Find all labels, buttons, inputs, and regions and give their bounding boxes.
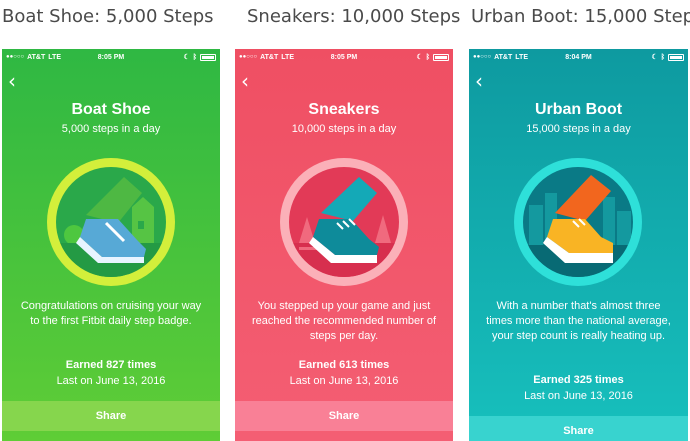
sneaker-badge-icon	[280, 158, 408, 286]
clock-label: 8:05 PM	[330, 53, 358, 61]
status-bar: ●●○○○ AT&T LTE 8:05 PM ☾ ᛒ	[235, 49, 453, 65]
badge-description: With a number that's almost three times …	[486, 300, 671, 342]
caption-urban-boot: Urban Boot: 15,000 Steps	[471, 6, 690, 27]
earned-count: Earned 827 times	[65, 359, 157, 371]
badge-subtitle: 5,000 steps in a day	[61, 123, 161, 135]
battery-icon	[200, 53, 216, 61]
badge-description: Congratulations on cruising your way to …	[20, 300, 202, 327]
phone-sneakers: ●●○○○ AT&T LTE 8:05 PM ☾ ᛒ ‹ Sneakers 10…	[235, 49, 453, 441]
badge-description: You stepped up your game and just reache…	[251, 300, 437, 342]
back-button[interactable]: ‹	[241, 71, 257, 91]
back-button[interactable]: ‹	[475, 71, 491, 91]
clock-label: 8:05 PM	[97, 53, 125, 61]
badge-title: Boat Shoe	[71, 101, 151, 118]
badge-subtitle: 10,000 steps in a day	[291, 123, 397, 135]
last-earned-date: Last on June 13, 2016	[56, 375, 166, 387]
phone-urban-boot: ●●○○○ AT&T LTE 8:04 PM ☾ ᛒ ‹ Urban Boot …	[469, 49, 688, 441]
back-button[interactable]: ‹	[8, 71, 24, 91]
urban-boot-badge-icon	[514, 158, 642, 286]
status-bar: ●●○○○ AT&T LTE 8:04 PM ☾ ᛒ	[469, 49, 688, 65]
battery-icon	[668, 53, 684, 61]
clock-label: 8:04 PM	[565, 53, 592, 61]
caption-boat-shoe: Boat Shoe: 5,000 Steps	[2, 6, 214, 27]
share-button[interactable]: Share	[235, 401, 453, 431]
caption-sneakers: Sneakers: 10,000 Steps	[247, 6, 461, 27]
last-earned-date: Last on June 13, 2016	[289, 375, 399, 387]
boat-shoe-badge-icon	[47, 158, 175, 286]
share-button[interactable]: Share	[469, 416, 688, 441]
badge-subtitle: 15,000 steps in a day	[526, 123, 631, 135]
earned-count: Earned 613 times	[298, 359, 390, 371]
earned-count: Earned 325 times	[533, 374, 624, 386]
phone-boat-shoe: ●●○○○ AT&T LTE 8:05 PM ☾ ᛒ ‹ Boat Shoe 5…	[2, 49, 220, 441]
share-button[interactable]: Share	[2, 401, 220, 431]
badge-title: Urban Boot	[534, 101, 623, 118]
battery-icon	[433, 53, 449, 61]
last-earned-date: Last on June 13, 2016	[524, 390, 633, 402]
status-bar: ●●○○○ AT&T LTE 8:05 PM ☾ ᛒ	[2, 49, 220, 65]
badge-title: Sneakers	[308, 101, 380, 118]
